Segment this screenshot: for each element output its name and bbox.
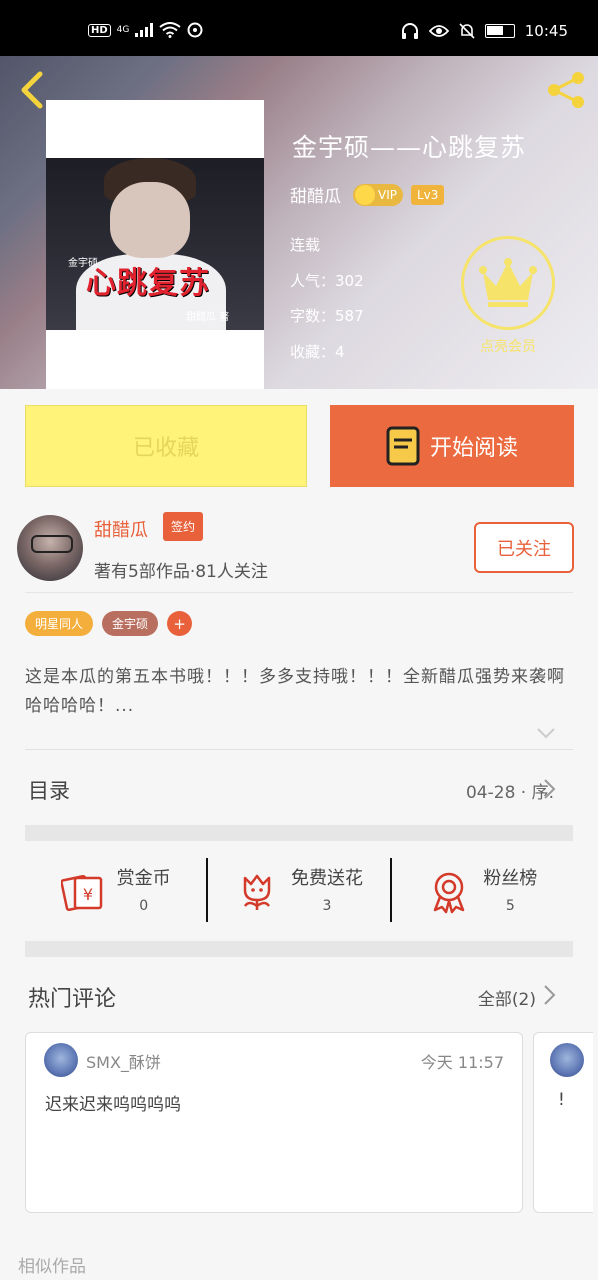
wifi-icon xyxy=(159,22,181,38)
member-label: 点亮会员 xyxy=(480,339,536,355)
section-separator xyxy=(25,825,573,841)
book-stats: 连载 人气：302 字数：587 收藏：4 xyxy=(290,228,364,370)
section-separator xyxy=(25,941,573,957)
book-title: 金宇硕——心跳复苏 xyxy=(292,133,527,162)
comment-card[interactable]: SMX_酥饼 今天 11:57 迟来迟来呜呜呜呜 xyxy=(25,1032,523,1213)
level-badge: Lv3 xyxy=(410,184,445,205)
network-indicator: 4G xyxy=(116,25,130,35)
reward-actions: ¥ 赏金币 0 免费送花 3 粉丝榜 5 xyxy=(25,858,573,922)
member-button[interactable]: 点亮会员 xyxy=(460,236,556,356)
clock: 10:45 xyxy=(524,22,568,40)
popularity: 人气：302 xyxy=(290,271,364,290)
serial-status: 连载 xyxy=(290,236,321,254)
share-icon[interactable] xyxy=(544,68,588,112)
divider xyxy=(25,749,573,750)
commenter-name[interactable]: SMX_酥饼 xyxy=(86,1049,161,1073)
book-header: 金宇硕 心跳复苏 甜醋瓜 著 金宇硕——心跳复苏 甜醋瓜 VIP Lv3 连载 … xyxy=(0,56,598,389)
comment-time: 今天 11:57 xyxy=(420,1053,504,1072)
similar-works-title: 相似作品 xyxy=(18,1257,86,1277)
tag-item[interactable]: 明星同人 xyxy=(25,611,94,636)
hot-comments-title: 热门评论 xyxy=(28,987,117,1012)
divider xyxy=(25,592,573,593)
comment-text: ! xyxy=(558,1090,565,1110)
medal-icon xyxy=(434,872,465,914)
back-icon[interactable] xyxy=(16,70,48,110)
word-count: 字数：587 xyxy=(290,307,364,325)
toc-latest-chapter[interactable]: 04-28 · 序. xyxy=(466,778,554,803)
send-flower-count: 3 xyxy=(322,898,332,914)
vip-badge: VIP xyxy=(353,183,403,206)
header-author-name[interactable]: 甜醋瓜 xyxy=(290,182,341,207)
add-tag-button[interactable]: + xyxy=(167,611,193,636)
fan-ranking-count: 5 xyxy=(505,898,515,914)
battery-icon xyxy=(484,24,515,38)
status-left: HD 4G xyxy=(88,22,203,38)
signed-badge: 签约 xyxy=(163,512,204,541)
comment-card[interactable]: ! xyxy=(533,1032,593,1213)
author-name[interactable]: 甜醋瓜 xyxy=(94,516,148,542)
favorites-count: 收藏：4 xyxy=(290,342,345,361)
eye-icon xyxy=(428,25,449,37)
vip-crown-icon xyxy=(355,184,375,205)
author-row: 甜醋瓜 VIP Lv3 xyxy=(290,182,445,207)
cover-author-text: 甜醋瓜 著 xyxy=(186,312,230,323)
cover-title-text: 心跳复苏 xyxy=(86,266,210,301)
chevron-right-icon[interactable] xyxy=(542,778,556,800)
comment-text: 迟来迟来呜呜呜呜 xyxy=(45,1095,181,1115)
reward-coins-count: 0 xyxy=(139,898,149,914)
chevron-right-icon[interactable] xyxy=(542,984,556,1006)
send-flower-button[interactable]: 免费送花 3 xyxy=(206,858,389,922)
send-flower-label: 免费送花 xyxy=(290,868,363,889)
toc-label[interactable]: 目录 xyxy=(28,775,70,805)
author-avatar[interactable] xyxy=(17,515,83,581)
book-cover[interactable]: 金宇硕 心跳复苏 甜醋瓜 著 xyxy=(46,100,264,389)
reward-coins-label: 赏金币 xyxy=(116,868,171,889)
signal-icon xyxy=(135,23,154,37)
netease-icon xyxy=(187,22,203,38)
mute-bell-icon xyxy=(459,23,475,39)
status-bar: HD 4G 10:45 xyxy=(0,0,598,56)
fan-ranking-button[interactable]: 粉丝榜 5 xyxy=(389,858,573,922)
headphones-icon xyxy=(401,23,418,39)
reward-coins-button[interactable]: ¥ 赏金币 0 xyxy=(25,858,206,922)
tag-list: 明星同人 金宇硕 + xyxy=(25,611,193,636)
fan-ranking-label: 粉丝榜 xyxy=(483,868,538,889)
follow-button[interactable]: 已关注 xyxy=(474,522,574,573)
commenter-avatar[interactable] xyxy=(550,1043,584,1077)
book-icon xyxy=(386,426,420,466)
start-reading-button[interactable]: 开始阅读 xyxy=(330,405,574,487)
cover-image: 金宇硕 心跳复苏 甜醋瓜 著 xyxy=(46,158,264,330)
money-gift-icon: ¥ xyxy=(60,874,102,912)
chevron-down-icon[interactable] xyxy=(536,726,556,740)
tag-item[interactable]: 金宇硕 xyxy=(102,611,159,636)
flower-icon xyxy=(243,874,271,910)
crown-icon xyxy=(461,236,555,330)
collected-button[interactable]: 已收藏 xyxy=(25,405,307,487)
all-comments-link[interactable]: 全部(2) xyxy=(478,985,536,1010)
hd-indicator: HD xyxy=(88,23,111,37)
commenter-avatar[interactable] xyxy=(44,1043,78,1077)
status-right: 10:45 xyxy=(401,22,568,40)
svg-text:¥: ¥ xyxy=(83,885,93,904)
synopsis: 这是本瓜的第五本书哦！！！多多支持哦！！！全新醋瓜强势来袭啊哈哈哈哈！... xyxy=(25,667,565,716)
author-desc: 著有5部作品·81人关注 xyxy=(94,562,268,582)
